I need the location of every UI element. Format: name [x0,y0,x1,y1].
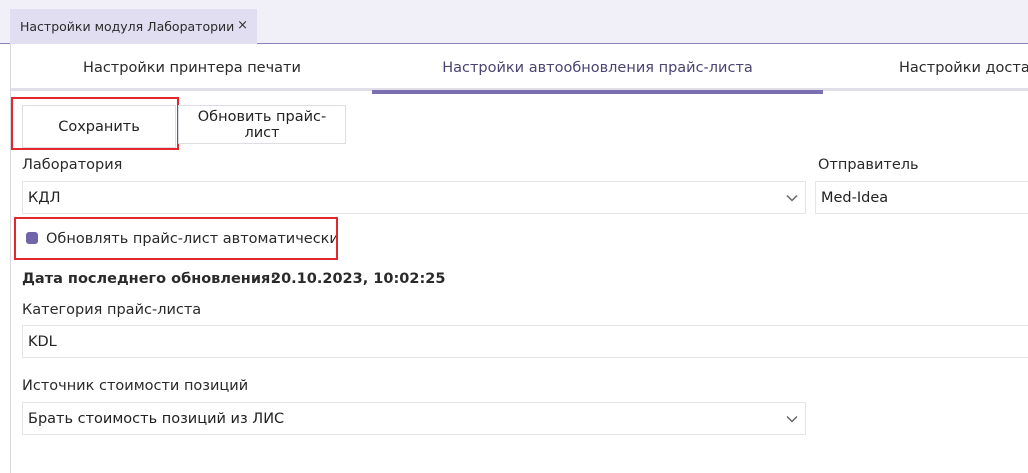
tab-label: Настройки принтера печати [83,60,301,76]
category-field[interactable]: KDL [22,325,1028,358]
cost-source-selected-value: Брать стоимость позиций из ЛИС [28,410,285,427]
document-tab-title: Настройки модуля Лаборатории [20,19,235,34]
last-update-label: Дата последнего обновления: [22,271,277,287]
laboratory-label: Лаборатория [22,157,123,173]
category-label: Категория прайс-листа [22,302,202,318]
refresh-price-list-button[interactable]: Обновить прайс-лист [178,105,346,144]
auto-update-label[interactable]: Обновлять прайс-лист автоматически [46,231,339,247]
content-left-border [10,44,11,473]
chevron-down-icon [786,194,798,202]
active-tab-indicator [372,90,823,94]
tab-label: Настройки доставки [899,60,1028,76]
sender-value: Med-Idea [821,189,889,206]
close-icon[interactable]: × [237,18,248,33]
laboratory-selected-value: КДЛ [28,189,61,206]
tab-delivery-settings[interactable]: Настройки доставки [823,45,1028,91]
tab-label: Настройки автообновления прайс-листа [442,60,753,76]
sender-field[interactable]: Med-Idea [815,181,1028,214]
last-update-value: 20.10.2023, 10:02:25 [271,271,446,287]
laboratory-select[interactable]: КДЛ [22,181,806,214]
document-tab-bar: Настройки модуля Лаборатории × [0,0,1028,44]
auto-update-checkbox[interactable] [26,232,38,244]
document-tab-lab-settings[interactable]: Настройки модуля Лаборатории × [10,9,257,44]
settings-tab-strip: Настройки принтера печати Настройки авто… [11,45,1028,94]
chevron-down-icon [786,415,798,423]
sender-label: Отправитель [818,157,919,173]
category-value: KDL [28,333,57,350]
save-button[interactable]: Сохранить [22,105,176,148]
tab-price-autoupdate-settings[interactable]: Настройки автообновления прайс-листа [372,45,823,94]
cost-source-select[interactable]: Брать стоимость позиций из ЛИС [22,402,806,435]
cost-source-label: Источник стоимости позиций [22,378,249,394]
tab-printer-settings[interactable]: Настройки принтера печати [11,45,373,91]
